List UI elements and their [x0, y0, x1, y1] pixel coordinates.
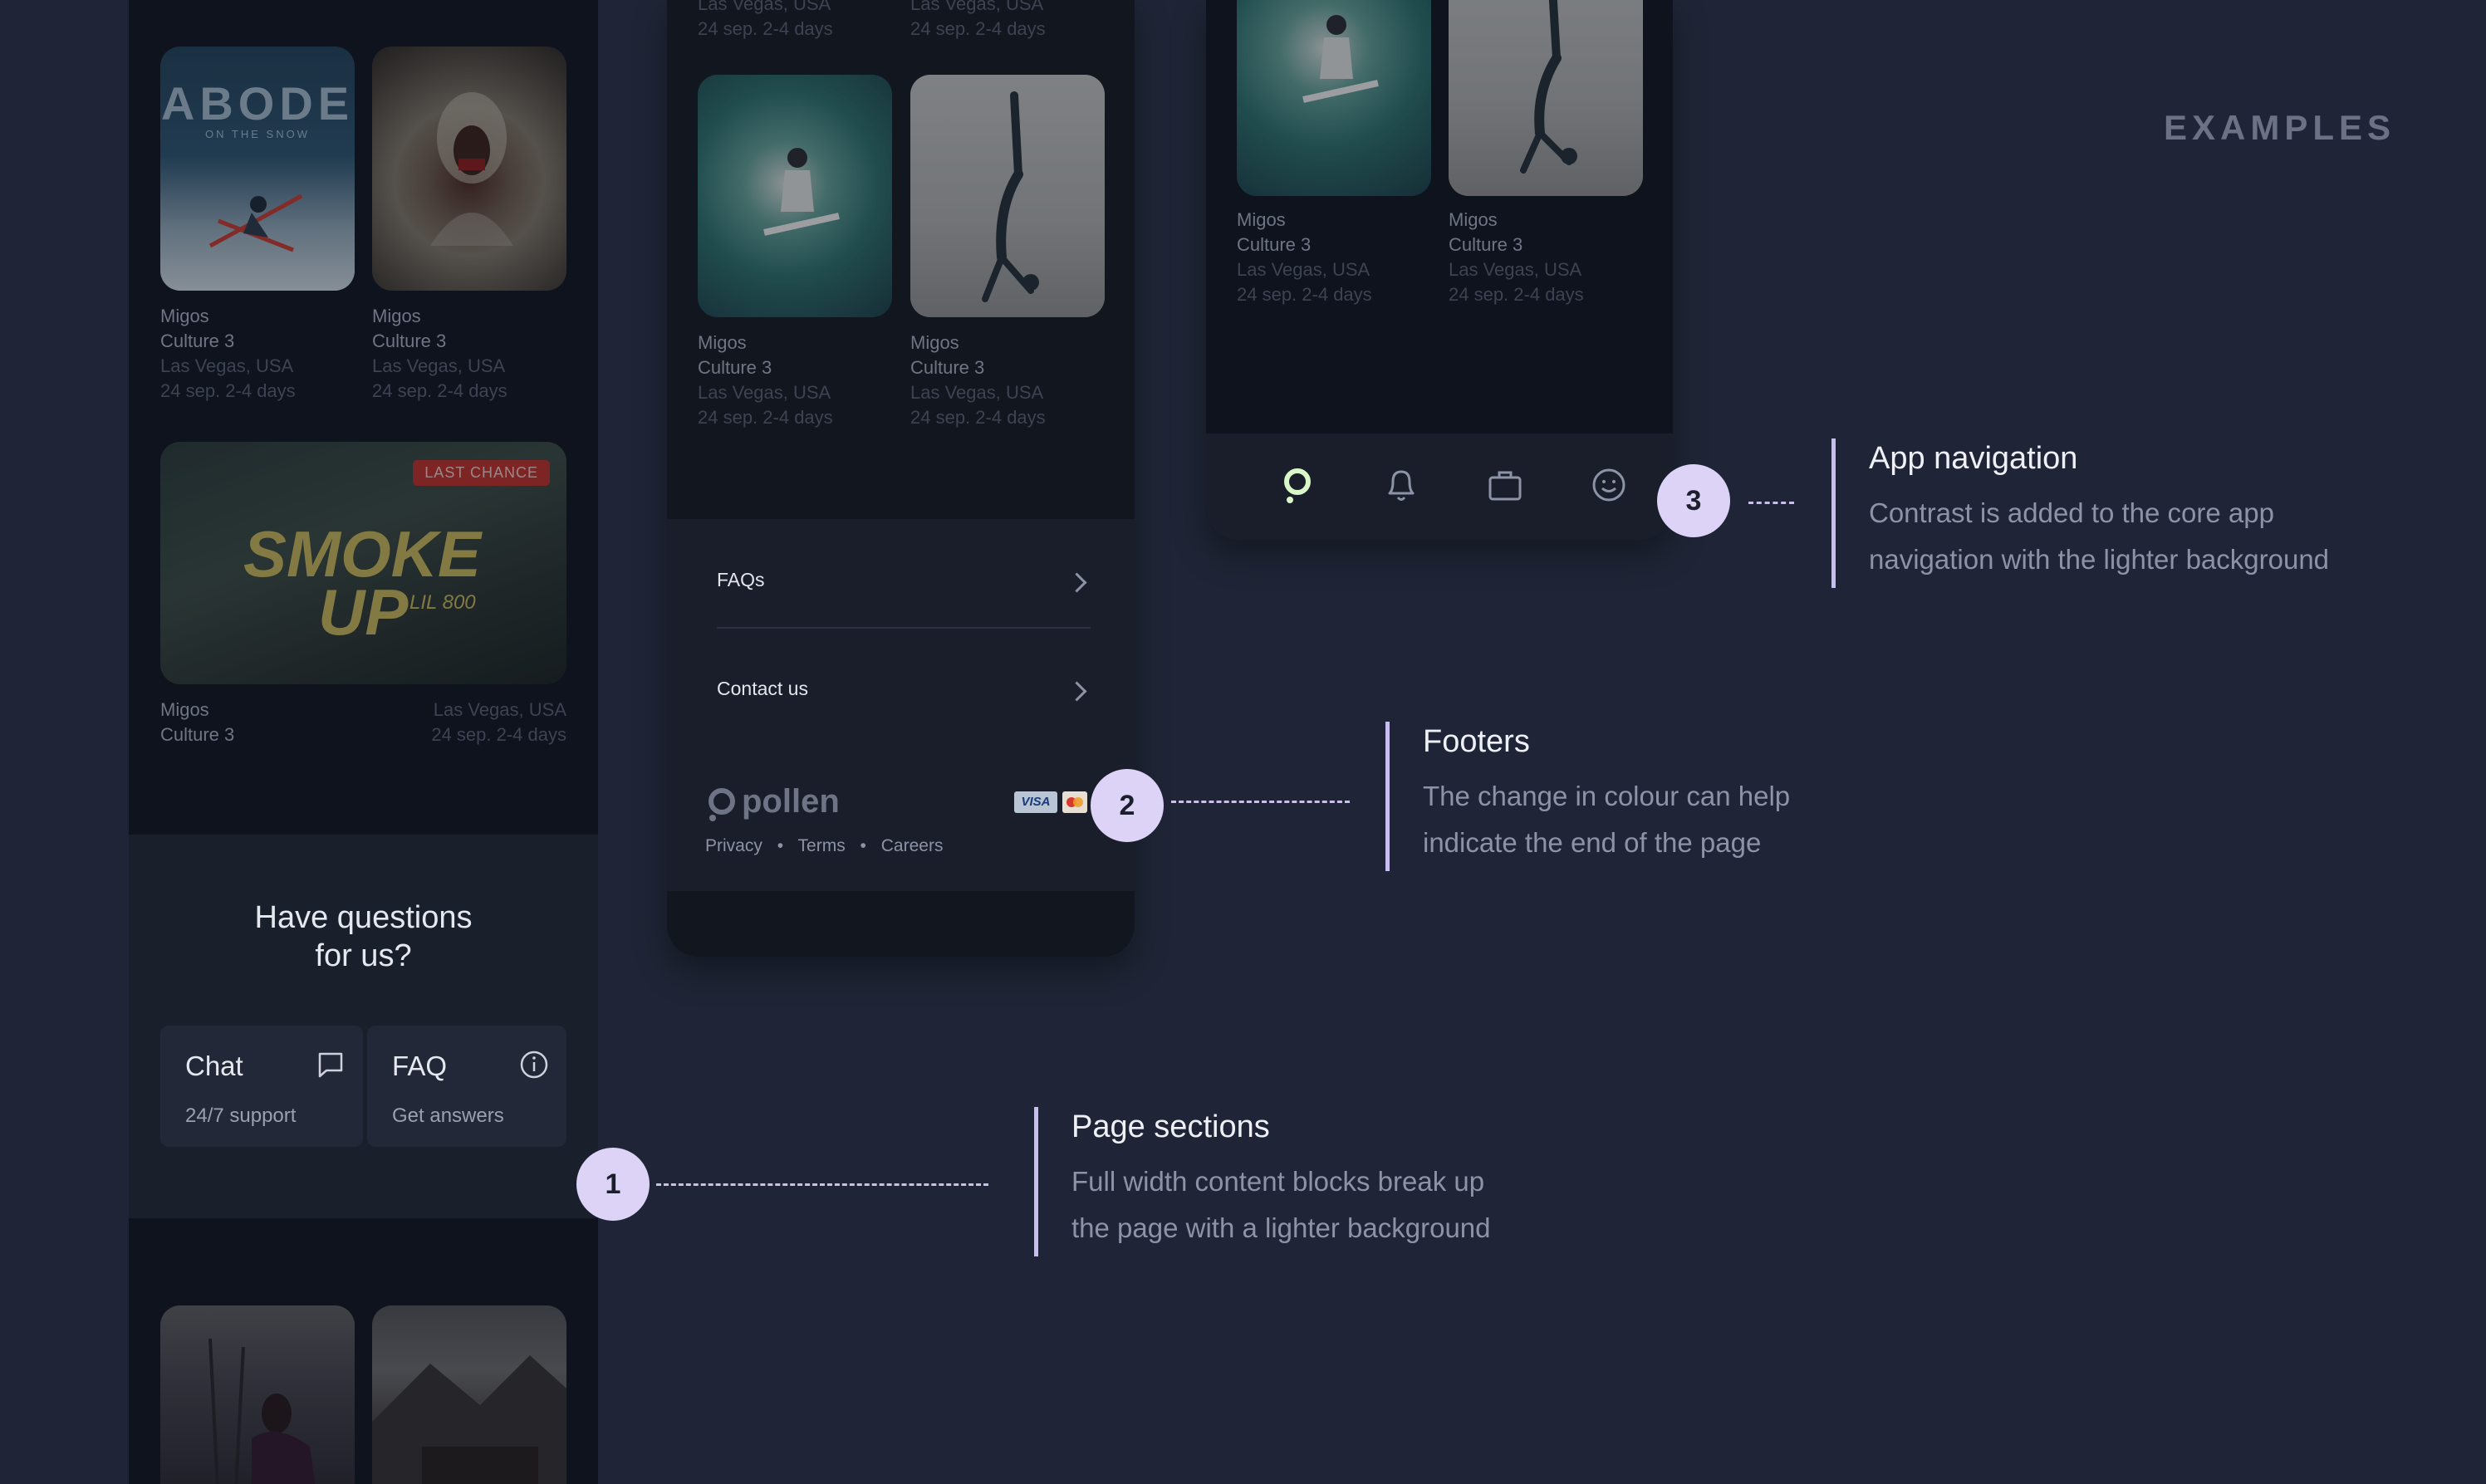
annotation-app-navigation: App navigation Contrast is added to the … — [1831, 438, 2329, 588]
footer-contact-label: Contact us — [717, 678, 808, 699]
event-thumbnail-yoga[interactable] — [910, 75, 1105, 317]
app-navigation-bar — [1206, 433, 1673, 540]
card-title: Migos — [1237, 209, 1286, 230]
event-thumbnail-surf[interactable] — [1237, 0, 1431, 196]
annotation-badge-2: 2 — [1091, 769, 1164, 842]
card-subtitle: Culture 3 — [1449, 234, 1523, 255]
card-subtitle: Culture 3 — [910, 357, 985, 378]
annotation-badge-3: 3 — [1657, 464, 1730, 537]
card-subtitle: Culture 3 — [698, 357, 772, 378]
annotation-page-sections: Page sections Full width content blocks … — [1034, 1107, 1491, 1256]
card-subtitle: Culture 3 — [160, 724, 235, 745]
annotation-connector-1 — [656, 1183, 988, 1186]
card-location: Las Vegas, USA — [1237, 259, 1370, 280]
examples-label: EXAMPLES — [2164, 108, 2396, 147]
footer-links: Privacy • Terms • Careers — [705, 836, 944, 855]
visa-card-icon: VISA — [1014, 791, 1057, 813]
card-location: Las Vegas, USA — [433, 699, 566, 720]
annotation-description: The change in colour can help indicate t… — [1423, 781, 1791, 858]
event-thumbnail-ski[interactable]: ABODE ON THE SNOW — [160, 47, 355, 291]
annotation-title: Footers — [1423, 724, 1530, 759]
card-date: 24 sep. 2-4 days — [1449, 284, 1584, 305]
annotation-title: Page sections — [1071, 1109, 1270, 1144]
terms-link[interactable]: Terms — [798, 836, 846, 855]
card-title: Migos — [1449, 209, 1498, 230]
event-thumbnail-yoga[interactable] — [1449, 0, 1643, 196]
footer: FAQs Contact us pollen Privacy • Terms •… — [667, 519, 1135, 891]
event-thumbnail-wide[interactable]: LAST CHANCE SMOKE UP LIL 800 — [160, 442, 566, 684]
footer-faqs-link[interactable]: FAQs — [717, 569, 1091, 594]
annotation-badge-1: 1 — [576, 1148, 650, 1221]
footer-contact-link[interactable]: Contact us — [717, 678, 1091, 703]
card-title: Migos — [698, 332, 747, 353]
annotation-title: App navigation — [1869, 441, 2078, 476]
annotation-description: Full width content blocks break up the p… — [1071, 1166, 1491, 1243]
questions-section: Have questions for us? Chat 24/7 support… — [129, 835, 598, 1218]
card-date: 24 sep. 2-4 days — [910, 18, 1046, 39]
event-thumbnail-mountain[interactable] — [372, 1305, 566, 1484]
annotation-connector-3 — [1748, 502, 1794, 504]
event-thumbnail-forest[interactable] — [160, 1305, 355, 1484]
footer-faqs-label: FAQs — [717, 569, 765, 590]
footer-divider — [717, 627, 1091, 629]
chevron-right-icon — [1066, 681, 1087, 702]
home-ring-icon[interactable] — [1279, 465, 1316, 507]
annotation-connector-2 — [1171, 801, 1350, 803]
brand-name: pollen — [742, 783, 840, 820]
faq-button[interactable]: FAQ Get answers — [367, 1026, 566, 1147]
card-date: 24 sep. 2-4 days — [372, 380, 507, 401]
annotation-description: Contrast is added to the core app naviga… — [1869, 497, 2330, 575]
chat-label: Chat — [185, 1051, 243, 1081]
careers-link[interactable]: Careers — [881, 836, 944, 855]
card-location: Las Vegas, USA — [1449, 259, 1582, 280]
card-location: Las Vegas, USA — [372, 355, 506, 376]
briefcase-icon[interactable] — [1487, 468, 1523, 503]
annotation-footers: Footers The change in colour can help in… — [1385, 722, 1790, 871]
faq-label: FAQ — [392, 1051, 448, 1081]
info-icon — [520, 1051, 548, 1079]
card-title: Migos — [910, 332, 959, 353]
card-date: 24 sep. 2-4 days — [698, 407, 833, 428]
card-title: Migos — [160, 699, 209, 720]
card-subtitle: Culture 3 — [160, 331, 235, 351]
mastercard-icon — [1062, 791, 1087, 813]
chat-sublabel: 24/7 support — [185, 1104, 297, 1127]
card-date: 24 sep. 2-4 days — [160, 380, 296, 401]
card-date: 24 sep. 2-4 days — [910, 407, 1046, 428]
chat-button[interactable]: Chat 24/7 support — [160, 1026, 363, 1147]
card-location: Las Vegas, USA — [698, 382, 831, 403]
left-phone-screen: ABODE ON THE SNOW Migos Culture 3 Las Ve… — [129, 0, 598, 1484]
privacy-link[interactable]: Privacy — [705, 836, 762, 855]
pollen-logo-icon — [709, 788, 735, 821]
event-thumbnail-artist[interactable] — [372, 47, 566, 291]
card-subtitle: Culture 3 — [1237, 234, 1312, 255]
card-location: Las Vegas, USA — [910, 0, 1044, 14]
middle-phone-screen: Las Vegas, USA 24 sep. 2-4 days Las Vega… — [667, 0, 1135, 957]
questions-heading: Have questions for us? — [254, 900, 473, 973]
card-date: 24 sep. 2-4 days — [1237, 284, 1372, 305]
card-date: 24 sep. 2-4 days — [431, 724, 566, 745]
card-subtitle: Culture 3 — [372, 331, 447, 351]
right-phone-screen: Migos Culture 3 Las Vegas, USA 24 sep. 2… — [1206, 0, 1673, 540]
smiley-icon[interactable] — [1591, 467, 1627, 503]
card-date: 24 sep. 2-4 days — [698, 18, 833, 39]
card-title: Migos — [372, 306, 421, 326]
chevron-right-icon — [1066, 572, 1087, 593]
bell-icon[interactable] — [1383, 467, 1420, 505]
card-location: Las Vegas, USA — [698, 0, 831, 14]
card-title: Migos — [160, 306, 209, 326]
faq-sublabel: Get answers — [392, 1104, 504, 1127]
chat-bubble-icon — [318, 1052, 343, 1078]
card-location: Las Vegas, USA — [910, 382, 1044, 403]
card-location: Las Vegas, USA — [160, 355, 294, 376]
event-thumbnail-surf[interactable] — [698, 75, 892, 317]
